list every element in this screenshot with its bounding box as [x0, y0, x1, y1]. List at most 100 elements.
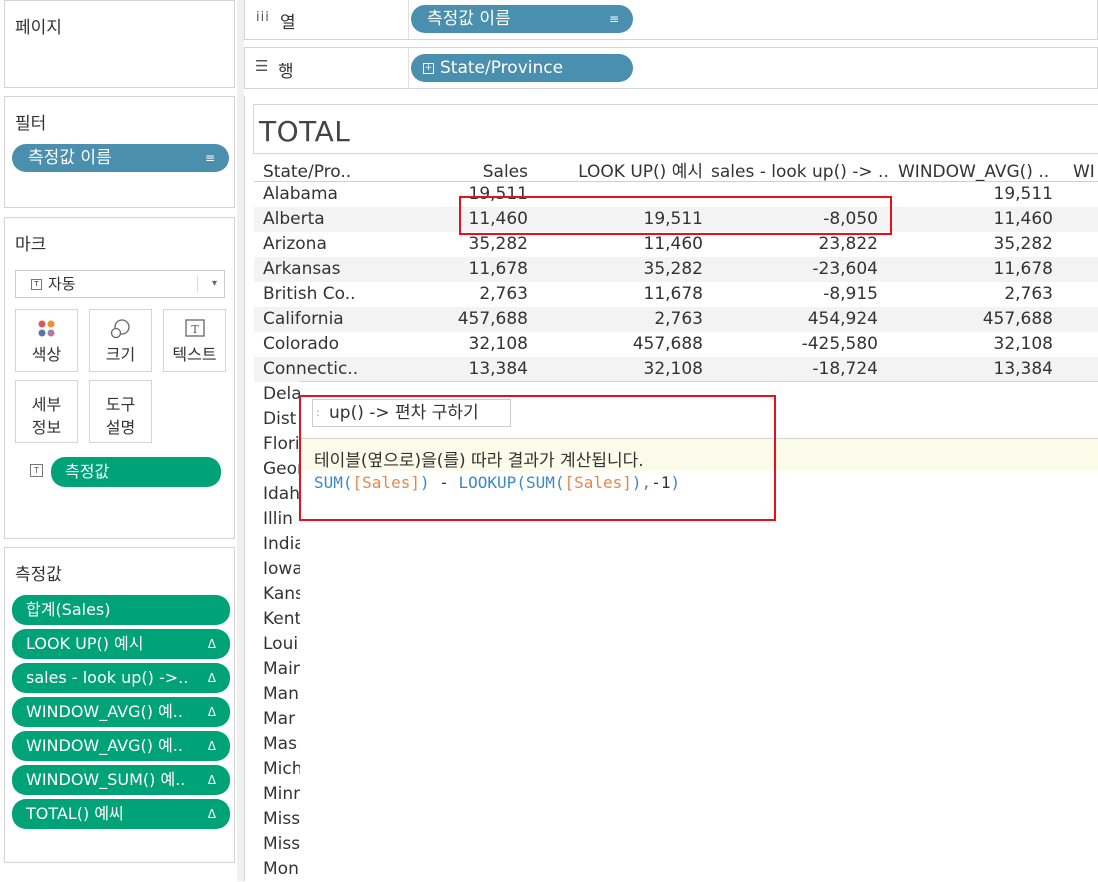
rows-shelf-label: 행 [278, 62, 294, 82]
table-cell-state: Arizona [263, 234, 327, 254]
columns-shelf-icon: iii [256, 10, 270, 25]
svg-text:T: T [191, 323, 199, 336]
table-cell-sales: 35,282 [468, 234, 528, 254]
table-cell-state: California [263, 309, 344, 329]
table-cell-sales: 457,688 [457, 309, 528, 329]
view-title: TOTAL [259, 115, 351, 148]
table-cell-wavg: 35,282 [993, 234, 1053, 254]
expand-plus-icon: + [423, 62, 434, 74]
measure-pill-label: WINDOW_SUM() 예.. [26, 770, 186, 789]
truncated-state-label: Mich [263, 759, 300, 779]
measure-pill-total[interactable]: TOTAL() 예씨 Δ [12, 799, 230, 829]
tooltip-label-2: 설명 [105, 418, 136, 437]
measure-pill-window-sum[interactable]: WINDOW_SUM() 예.. Δ [12, 765, 230, 795]
table-row[interactable]: Colorado 32,108 457,688 -425,580 32,108 [254, 332, 1098, 357]
text-encoding-icon: T [30, 464, 43, 477]
truncated-state-label: Mar [263, 709, 296, 729]
measure-pill-sales-minus-lookup[interactable]: sales - look up() ->.. Δ [12, 663, 230, 693]
delta-icon: Δ [207, 739, 216, 753]
truncated-state-label: Idah [263, 484, 300, 504]
table-cell-state: Colorado [263, 334, 339, 354]
delta-icon: Δ [207, 773, 216, 787]
columns-shelf-label: 열 [280, 13, 296, 33]
table-cell-state: British Co.. [263, 284, 356, 304]
color-label: 색상 [31, 345, 62, 364]
table-cell-state: Connectic.. [263, 359, 359, 379]
truncated-state-label: Dist [263, 409, 297, 429]
table-cell-sales: 32,108 [468, 334, 528, 354]
rows-shelf[interactable]: ☰ 행 + State/Province [244, 47, 1098, 89]
table-cell-wavg: 457,688 [982, 309, 1053, 329]
measure-pill-lookup[interactable]: LOOK UP() 예시 Δ [12, 629, 230, 659]
measure-pill-label: WINDOW_AVG() 예.. [26, 702, 183, 721]
truncated-state-label: Mon [263, 859, 299, 879]
table-cell-lookup: 11,678 [643, 284, 703, 304]
columns-pill-measure-names[interactable]: 측정값 이름 ≡ [411, 5, 633, 33]
measure-pill-window-avg-2[interactable]: WINDOW_AVG() 예.. Δ [12, 731, 230, 761]
rows-shelf-icon: ☰ [255, 57, 269, 75]
measure-values-panel: 측정값 합계(Sales) LOOK UP() 예시 Δ sales - look… [4, 547, 235, 863]
size-circles-icon [90, 318, 151, 340]
delta-icon: Δ [207, 705, 216, 719]
table-cell-wavg: 11,460 [993, 209, 1053, 229]
truncated-state-label: Iowa [263, 559, 300, 579]
measure-values-title: 측정값 [15, 565, 62, 585]
text-button[interactable]: T 텍스트 [163, 309, 226, 372]
text-measure-values-pill[interactable]: 측정값 [51, 457, 221, 487]
delta-icon: Δ [207, 807, 216, 821]
truncated-state-label: Man [263, 684, 299, 704]
tooltip-button[interactable]: 도구 설명 [89, 380, 152, 443]
truncated-state-label: Geor [263, 459, 300, 479]
color-dots-icon [16, 318, 77, 340]
truncated-state-label: Kent [263, 609, 300, 629]
table-cell-lookup: 11,460 [643, 234, 703, 254]
measure-pill-window-avg-1[interactable]: WINDOW_AVG() 예.. Δ [12, 697, 230, 727]
truncated-state-label: Miss [263, 809, 300, 829]
color-button[interactable]: 색상 [15, 309, 78, 372]
table-row[interactable]: California 457,688 2,763 454,924 457,688 [254, 307, 1098, 332]
dropdown-arrow-icon: ▾ [211, 278, 217, 289]
filters-panel: 필터 측정값 이름 ≡ [4, 96, 235, 208]
sort-icon: ≡ [204, 151, 215, 165]
filter-pill-measure-names[interactable]: 측정값 이름 ≡ [12, 144, 229, 172]
size-button[interactable]: 크기 [89, 309, 152, 372]
highlight-tooltip [299, 395, 776, 521]
table-row[interactable]: Arizona 35,282 11,460 23,822 35,282 [254, 232, 1098, 257]
pages-title: 페이지 [15, 18, 62, 38]
table-row[interactable]: British Co.. 2,763 11,678 -8,915 2,763 [254, 282, 1098, 307]
text-label: 텍스트 [172, 345, 217, 364]
rows-pill-state[interactable]: + State/Province [411, 54, 633, 82]
table-cell-state: Alberta [263, 209, 325, 229]
truncated-state-label: Minr [263, 784, 300, 804]
table-cell-diff: -8,915 [823, 284, 878, 304]
tooltip-label-1: 도구 [105, 395, 136, 414]
table-cell-wavg: 19,511 [993, 184, 1053, 204]
view-title-box: TOTAL [253, 104, 1098, 154]
truncated-state-label: Illin [263, 509, 293, 529]
truncated-state-label: Miss [263, 834, 300, 854]
table-cell-diff: -425,580 [801, 334, 878, 354]
mark-type-dropdown[interactable]: T 자동 ▾ [15, 270, 225, 298]
table-cell-state: Arkansas [263, 259, 341, 279]
measure-pill-label: TOTAL() 예씨 [26, 804, 124, 823]
table-row[interactable]: Connectic.. 13,384 32,108 -18,724 13,384 [254, 357, 1098, 382]
filter-pill-label: 측정값 이름 [28, 148, 112, 168]
columns-shelf[interactable]: iii 열 측정값 이름 ≡ [244, 0, 1098, 40]
measure-pill-label: sales - look up() ->.. [26, 668, 189, 687]
measure-pill-sales[interactable]: 합계(Sales) [12, 595, 230, 625]
table-cell-wavg: 11,678 [993, 259, 1053, 279]
table-row[interactable]: Arkansas 11,678 35,282 -23,604 11,678 [254, 257, 1098, 282]
mark-type-value: 자동 [48, 275, 76, 293]
delta-icon: Δ [207, 671, 216, 685]
detail-button[interactable]: 세부 정보 [15, 380, 78, 443]
table-cell-lookup: 35,282 [643, 259, 703, 279]
measure-pill-label: LOOK UP() 예시 [26, 634, 144, 653]
filters-title: 필터 [15, 114, 47, 134]
delta-icon: Δ [207, 637, 216, 651]
table-cell-diff: -18,724 [812, 359, 878, 379]
table-cell-sales: 2,763 [479, 284, 528, 304]
measure-pill-label: 합계(Sales) [26, 600, 111, 619]
table-cell-lookup: 457,688 [632, 334, 703, 354]
detail-label-1: 세부 [31, 395, 62, 414]
marks-title: 마크 [15, 235, 47, 255]
